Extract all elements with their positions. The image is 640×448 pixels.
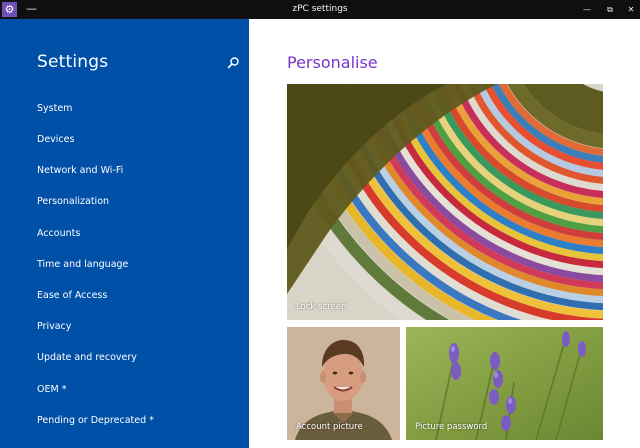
sidebar-item-update-recovery[interactable]: Update and recovery: [37, 351, 137, 365]
main-panel: Personalise Lock screen Account picture …: [249, 19, 640, 448]
window-title: zPC settings: [292, 4, 348, 14]
picture-password-tile[interactable]: Picture password: [406, 327, 603, 440]
search-icon[interactable]: [226, 56, 240, 70]
tile-label-lock-screen: Lock screen: [296, 302, 347, 312]
sidebar-item-personalization[interactable]: Personalization: [37, 195, 109, 209]
title-bar: ⚙ — zPC settings — ⧉ ✕: [0, 0, 640, 19]
sidebar-item-network[interactable]: Network and Wi-Fi: [37, 164, 123, 178]
sidebar-item-system[interactable]: System: [37, 102, 72, 116]
close-button[interactable]: ✕: [623, 0, 639, 19]
sidebar-item-privacy[interactable]: Privacy: [37, 320, 71, 334]
account-picture-tile[interactable]: Account picture: [287, 327, 400, 440]
tile-label-account-picture: Account picture: [296, 422, 363, 432]
sidebar: Settings System Devices Network and Wi-F…: [0, 19, 249, 448]
lock-screen-image: [287, 84, 603, 320]
sidebar-item-accounts[interactable]: Accounts: [37, 227, 80, 241]
page-title: Personalise: [287, 53, 378, 72]
lock-screen-tile[interactable]: Lock screen: [287, 84, 603, 320]
sidebar-item-pending[interactable]: Pending or Deprecated *: [37, 414, 154, 428]
sidebar-item-ease-of-access[interactable]: Ease of Access: [37, 289, 107, 303]
sidebar-item-devices[interactable]: Devices: [37, 133, 74, 147]
sidebar-item-time-language[interactable]: Time and language: [37, 258, 128, 272]
minimize-button[interactable]: —: [579, 0, 595, 19]
sidebar-item-oem[interactable]: OEM *: [37, 383, 66, 397]
restore-button[interactable]: ⧉: [602, 0, 618, 19]
sidebar-title: Settings: [37, 52, 109, 72]
tile-label-picture-password: Picture password: [415, 422, 488, 432]
